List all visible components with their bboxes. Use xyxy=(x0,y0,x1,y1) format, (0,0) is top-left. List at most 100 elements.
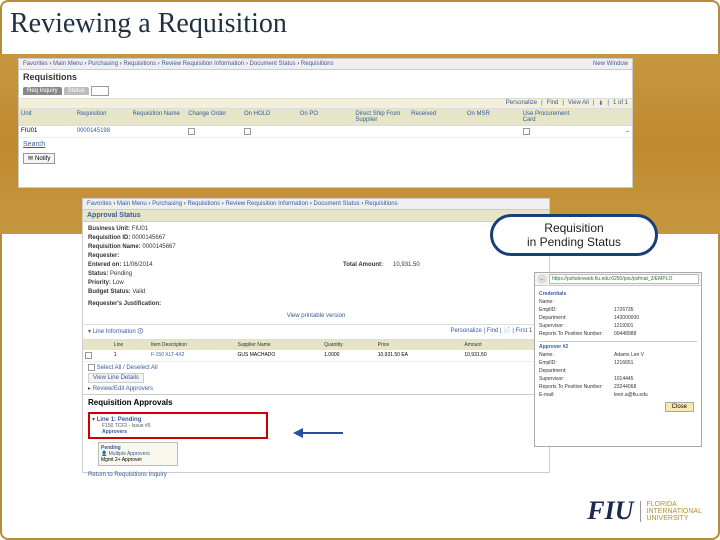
url-field[interactable]: https://psfsdevweb.fiu.edu:6250/psc/psfm… xyxy=(549,274,699,284)
return-link[interactable]: Return to Requisitions Inquiry xyxy=(83,469,549,481)
cell-price: 10,931.50 EA xyxy=(376,350,463,361)
reports2-value: 23244068 xyxy=(614,384,636,390)
crumb[interactable]: Review Requisition Information xyxy=(225,201,308,207)
crumb[interactable]: Purchasing xyxy=(88,61,118,67)
line-pending-highlight: ▾ Line 1: Pending F150 TCF2 - Issue #5 A… xyxy=(88,412,268,439)
tab-req-inquiry[interactable]: Req Inquiry xyxy=(23,87,62,95)
row-expand-icon[interactable]: → xyxy=(576,126,632,137)
reports2-label: Reports To Position Number: xyxy=(539,384,614,390)
email2-label: E-mail: xyxy=(539,392,614,398)
col-desc: Item Description xyxy=(149,340,236,350)
total-value: 10,931.50 xyxy=(393,262,420,268)
approval-status-heading: Approval Status xyxy=(83,210,549,222)
approver-popup: ← https://psfsdevweb.fiu.edu:6250/psc/ps… xyxy=(534,272,702,447)
crumb[interactable]: Favorites xyxy=(23,61,48,67)
cell-req-link[interactable]: 0000145198 xyxy=(75,126,131,137)
crumb[interactable]: Main Menu xyxy=(53,61,83,67)
first-link[interactable]: First xyxy=(516,328,528,334)
notify-button[interactable]: ✉ Notify xyxy=(23,153,55,164)
select-all-checkbox[interactable] xyxy=(88,364,95,371)
reports-label: Reports To Position Number: xyxy=(539,331,614,337)
find-link[interactable]: Find xyxy=(547,100,559,107)
range-label: 1 of 1 xyxy=(613,100,628,107)
find-link[interactable]: Find xyxy=(487,328,499,334)
approvers-label: Approvers xyxy=(102,429,264,435)
cell-desc-link[interactable]: F-150 XLT-4X2 xyxy=(149,350,236,361)
breadcrumb: Favorites › Main Menu › Purchasing › Req… xyxy=(83,199,549,210)
crumb[interactable]: Requisitions xyxy=(187,201,220,207)
pending-approver-card[interactable]: Pending 👤 Multiple Approvers Mgmt 2+ App… xyxy=(98,442,178,466)
status-value: Pending xyxy=(110,271,132,277)
super2-label: Supervisor: xyxy=(539,376,614,382)
review-edit-approvers[interactable]: Review/Edit Approvers xyxy=(93,386,153,392)
page-header: Requisitions xyxy=(19,70,632,84)
super-value: 1219301 xyxy=(614,323,633,329)
col-qty: Quantity xyxy=(322,340,376,350)
email2-value: leen.a@fiu.edu xyxy=(614,392,648,398)
go-input[interactable] xyxy=(91,86,109,96)
status-label: Status: xyxy=(88,271,108,277)
cell-supp: GUS MACHADO xyxy=(236,350,323,361)
line-info-heading[interactable]: Line Information xyxy=(93,329,136,335)
col-upc: Use Procurement Card xyxy=(521,109,577,125)
tab-status[interactable]: Status xyxy=(64,87,89,95)
crumb[interactable]: Document Status xyxy=(250,61,296,67)
callout-bubble: Requisition in Pending Status xyxy=(490,214,658,256)
search-link[interactable]: Search xyxy=(19,138,632,151)
crumb[interactable]: Review Requisition Information xyxy=(161,61,244,67)
cell-change xyxy=(186,126,242,137)
row-checkbox[interactable] xyxy=(85,352,92,359)
budget-label: Budget Status: xyxy=(88,289,131,295)
credentials-heading: Credentials xyxy=(539,289,697,298)
crumb[interactable]: Requisitions xyxy=(123,61,156,67)
approver2-heading: Approver #2 xyxy=(539,341,697,351)
crumb[interactable]: Requisitions xyxy=(301,61,334,67)
back-icon[interactable]: ← xyxy=(537,274,547,284)
col-req: Requisition xyxy=(75,109,131,125)
cell-upc xyxy=(521,126,577,137)
col-onhold: On HOLD xyxy=(242,109,298,125)
col-onpo: On PO xyxy=(298,109,354,125)
fiu-logo: FIU FLORIDA INTERNATIONAL UNIVERSITY xyxy=(587,496,702,526)
priority-value: Low xyxy=(113,280,124,286)
emplid-label: EmplID: xyxy=(539,307,614,313)
super2-value: 1014445 xyxy=(614,376,633,382)
dept-value: 143000000 xyxy=(614,315,639,321)
col-onmsr: On MSR xyxy=(465,109,521,125)
dept2-label: Department: xyxy=(539,368,614,374)
crumb[interactable]: Requisitions xyxy=(365,201,398,207)
crumb[interactable]: Main Menu xyxy=(117,201,147,207)
name2-value: Adams Len V xyxy=(614,352,644,358)
view-printable-link[interactable]: View printable version xyxy=(88,312,544,321)
entered-label: Entered on: xyxy=(88,262,121,268)
emplid2-label: EmplID: xyxy=(539,360,614,366)
view-line-details-button[interactable]: View Line Details xyxy=(88,373,144,383)
name-label: Name: xyxy=(539,299,614,305)
cell-onhold xyxy=(242,126,298,137)
cell-line: 1 xyxy=(112,350,149,361)
crumb[interactable]: Document Status xyxy=(314,201,360,207)
personalize-link[interactable]: Personalize xyxy=(506,100,537,107)
priority-label: Priority: xyxy=(88,280,111,286)
cell-recv xyxy=(409,126,465,137)
line-columns: Line Item Description Supplier Name Quan… xyxy=(83,340,549,350)
crumb[interactable]: Purchasing xyxy=(152,201,182,207)
cell-onpo xyxy=(298,126,354,137)
close-button[interactable]: Close xyxy=(665,402,694,412)
cell-onmsr xyxy=(465,126,521,137)
col-unit: Unit xyxy=(19,109,75,125)
col-supp: Supplier Name xyxy=(236,340,323,350)
line-row: 1 F-150 XLT-4X2 GUS MACHADO 1.0000 10,93… xyxy=(83,350,549,362)
personalize-link[interactable]: Personalize xyxy=(450,328,481,334)
envelope-icon: ✉ xyxy=(28,155,33,162)
fiu-text-2: INTERNATIONAL xyxy=(647,508,703,515)
crumb[interactable]: Favorites xyxy=(87,201,112,207)
grid-row[interactable]: FIU01 0000145198 → xyxy=(19,126,632,138)
new-window-link[interactable]: New Window xyxy=(593,61,628,67)
view-all-link[interactable]: View All xyxy=(568,100,589,107)
fiu-mark: FIU xyxy=(587,496,633,526)
download-icon[interactable]: ⬇ xyxy=(598,100,603,107)
col-line: Line xyxy=(112,340,149,350)
select-all-link[interactable]: Select All / Deselect All xyxy=(97,365,158,371)
col-received: Received xyxy=(409,109,465,125)
